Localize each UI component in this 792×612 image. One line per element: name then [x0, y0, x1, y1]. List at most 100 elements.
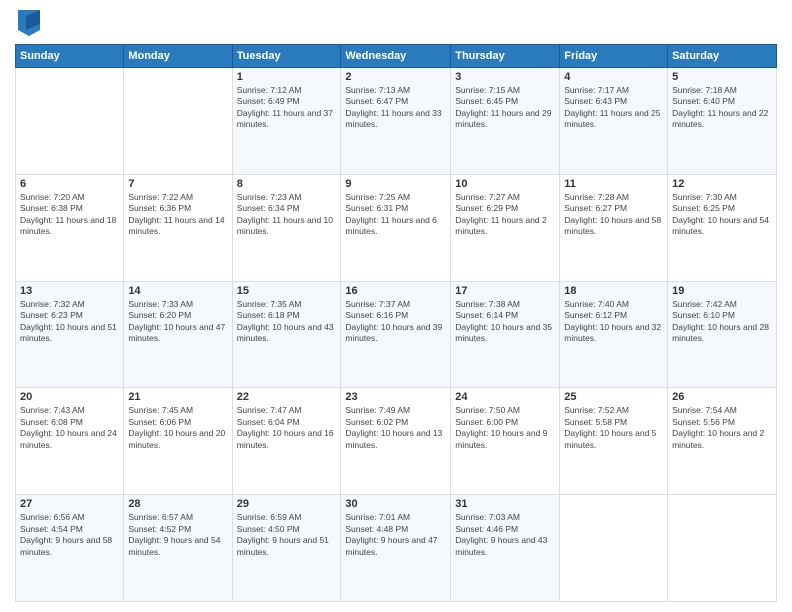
day-number: 22	[237, 391, 337, 403]
day-number: 20	[20, 391, 119, 403]
day-header-friday: Friday	[560, 45, 668, 68]
calendar-cell: 24 Sunrise: 7:50 AMSunset: 6:00 PMDayligh…	[451, 388, 560, 495]
calendar-cell: 15 Sunrise: 7:35 AMSunset: 6:18 PMDayligh…	[232, 281, 341, 388]
day-info: Sunrise: 7:32 AMSunset: 6:23 PMDaylight:…	[20, 299, 119, 345]
day-header-thursday: Thursday	[451, 45, 560, 68]
calendar-cell	[124, 68, 232, 175]
day-info: Sunrise: 7:01 AMSunset: 4:48 PMDaylight:…	[345, 512, 446, 558]
calendar-cell: 4 Sunrise: 7:17 AMSunset: 6:43 PMDaylight…	[560, 68, 668, 175]
calendar-cell: 2 Sunrise: 7:13 AMSunset: 6:47 PMDaylight…	[341, 68, 451, 175]
day-info: Sunrise: 7:35 AMSunset: 6:18 PMDaylight:…	[237, 299, 337, 345]
day-info: Sunrise: 7:23 AMSunset: 6:34 PMDaylight:…	[237, 192, 337, 238]
calendar-cell: 13 Sunrise: 7:32 AMSunset: 6:23 PMDayligh…	[16, 281, 124, 388]
day-number: 5	[672, 71, 772, 83]
day-number: 11	[564, 178, 663, 190]
day-info: Sunrise: 7:50 AMSunset: 6:00 PMDaylight:…	[455, 405, 555, 451]
day-number: 1	[237, 71, 337, 83]
day-info: Sunrise: 7:37 AMSunset: 6:16 PMDaylight:…	[345, 299, 446, 345]
day-info: Sunrise: 7:18 AMSunset: 6:40 PMDaylight:…	[672, 85, 772, 131]
calendar-table: SundayMondayTuesdayWednesdayThursdayFrid…	[15, 44, 777, 602]
day-info: Sunrise: 7:45 AMSunset: 6:06 PMDaylight:…	[128, 405, 227, 451]
calendar-cell: 11 Sunrise: 7:28 AMSunset: 6:27 PMDayligh…	[560, 174, 668, 281]
calendar-cell: 29 Sunrise: 6:59 AMSunset: 4:50 PMDayligh…	[232, 495, 341, 602]
calendar-cell: 28Sunrise: 6:57 AMSunset: 4:52 PMDayligh…	[124, 495, 232, 602]
day-header-sunday: Sunday	[16, 45, 124, 68]
calendar-cell: 3 Sunrise: 7:15 AMSunset: 6:45 PMDaylight…	[451, 68, 560, 175]
calendar-cell: 16 Sunrise: 7:37 AMSunset: 6:16 PMDayligh…	[341, 281, 451, 388]
day-info: Sunrise: 7:20 AMSunset: 6:38 PMDaylight:…	[20, 192, 119, 238]
day-header-wednesday: Wednesday	[341, 45, 451, 68]
calendar-cell: 20Sunrise: 7:43 AMSunset: 6:08 PMDayligh…	[16, 388, 124, 495]
logo	[15, 10, 40, 36]
day-number: 17	[455, 285, 555, 297]
day-info: Sunrise: 7:03 AMSunset: 4:46 PMDaylight:…	[455, 512, 555, 558]
day-info: Sunrise: 7:47 AMSunset: 6:04 PMDaylight:…	[237, 405, 337, 451]
calendar-cell	[560, 495, 668, 602]
day-number: 24	[455, 391, 555, 403]
day-info: Sunrise: 7:33 AMSunset: 6:20 PMDaylight:…	[128, 299, 227, 345]
day-info: Sunrise: 7:17 AMSunset: 6:43 PMDaylight:…	[564, 85, 663, 131]
day-info: Sunrise: 7:13 AMSunset: 6:47 PMDaylight:…	[345, 85, 446, 131]
calendar-cell: 18 Sunrise: 7:40 AMSunset: 6:12 PMDayligh…	[560, 281, 668, 388]
calendar-cell: 25 Sunrise: 7:52 AMSunset: 5:58 PMDayligh…	[560, 388, 668, 495]
calendar-page: SundayMondayTuesdayWednesdayThursdayFrid…	[0, 0, 792, 612]
day-info: Sunrise: 6:57 AMSunset: 4:52 PMDaylight:…	[128, 512, 227, 558]
day-number: 8	[237, 178, 337, 190]
calendar-cell: 10Sunrise: 7:27 AMSunset: 6:29 PMDayligh…	[451, 174, 560, 281]
calendar-week-2: 13 Sunrise: 7:32 AMSunset: 6:23 PMDayligh…	[16, 281, 777, 388]
day-number: 3	[455, 71, 555, 83]
day-info: Sunrise: 7:28 AMSunset: 6:27 PMDaylight:…	[564, 192, 663, 238]
header	[15, 10, 777, 36]
calendar-cell: 12 Sunrise: 7:30 AMSunset: 6:25 PMDayligh…	[668, 174, 777, 281]
calendar-cell: 9Sunrise: 7:25 AMSunset: 6:31 PMDaylight…	[341, 174, 451, 281]
day-info: Sunrise: 7:52 AMSunset: 5:58 PMDaylight:…	[564, 405, 663, 451]
day-number: 4	[564, 71, 663, 83]
logo-icon	[18, 10, 40, 36]
day-number: 25	[564, 391, 663, 403]
day-number: 15	[237, 285, 337, 297]
day-info: Sunrise: 7:42 AMSunset: 6:10 PMDaylight:…	[672, 299, 772, 345]
calendar-week-3: 20Sunrise: 7:43 AMSunset: 6:08 PMDayligh…	[16, 388, 777, 495]
calendar-cell: 26Sunrise: 7:54 AMSunset: 5:56 PMDayligh…	[668, 388, 777, 495]
calendar-cell: 8 Sunrise: 7:23 AMSunset: 6:34 PMDaylight…	[232, 174, 341, 281]
day-info: Sunrise: 7:12 AMSunset: 6:49 PMDaylight:…	[237, 85, 337, 131]
day-number: 31	[455, 498, 555, 510]
day-header-tuesday: Tuesday	[232, 45, 341, 68]
calendar-cell: 22 Sunrise: 7:47 AMSunset: 6:04 PMDayligh…	[232, 388, 341, 495]
day-number: 13	[20, 285, 119, 297]
day-number: 19	[672, 285, 772, 297]
day-info: Sunrise: 7:25 AMSunset: 6:31 PMDaylight:…	[345, 192, 446, 238]
day-number: 14	[128, 285, 227, 297]
day-info: Sunrise: 7:30 AMSunset: 6:25 PMDaylight:…	[672, 192, 772, 238]
day-info: Sunrise: 7:40 AMSunset: 6:12 PMDaylight:…	[564, 299, 663, 345]
day-info: Sunrise: 6:59 AMSunset: 4:50 PMDaylight:…	[237, 512, 337, 558]
day-number: 7	[128, 178, 227, 190]
calendar-cell: 17 Sunrise: 7:38 AMSunset: 6:14 PMDayligh…	[451, 281, 560, 388]
calendar-week-0: 1 Sunrise: 7:12 AMSunset: 6:49 PMDaylight…	[16, 68, 777, 175]
day-number: 6	[20, 178, 119, 190]
calendar-cell	[668, 495, 777, 602]
day-info: Sunrise: 6:56 AMSunset: 4:54 PMDaylight:…	[20, 512, 119, 558]
day-number: 30	[345, 498, 446, 510]
calendar-cell: 27 Sunrise: 6:56 AMSunset: 4:54 PMDayligh…	[16, 495, 124, 602]
calendar-week-4: 27 Sunrise: 6:56 AMSunset: 4:54 PMDayligh…	[16, 495, 777, 602]
day-header-saturday: Saturday	[668, 45, 777, 68]
day-number: 29	[237, 498, 337, 510]
day-number: 12	[672, 178, 772, 190]
day-number: 21	[128, 391, 227, 403]
calendar-cell: 14 Sunrise: 7:33 AMSunset: 6:20 PMDayligh…	[124, 281, 232, 388]
day-number: 27	[20, 498, 119, 510]
day-info: Sunrise: 7:49 AMSunset: 6:02 PMDaylight:…	[345, 405, 446, 451]
calendar-cell: 21 Sunrise: 7:45 AMSunset: 6:06 PMDayligh…	[124, 388, 232, 495]
day-info: Sunrise: 7:15 AMSunset: 6:45 PMDaylight:…	[455, 85, 555, 131]
calendar-cell	[16, 68, 124, 175]
day-number: 23	[345, 391, 446, 403]
day-info: Sunrise: 7:38 AMSunset: 6:14 PMDaylight:…	[455, 299, 555, 345]
day-number: 16	[345, 285, 446, 297]
calendar-cell: 7 Sunrise: 7:22 AMSunset: 6:36 PMDaylight…	[124, 174, 232, 281]
day-info: Sunrise: 7:54 AMSunset: 5:56 PMDaylight:…	[672, 405, 772, 451]
day-number: 18	[564, 285, 663, 297]
calendar-week-1: 6 Sunrise: 7:20 AMSunset: 6:38 PMDaylight…	[16, 174, 777, 281]
day-number: 2	[345, 71, 446, 83]
day-info: Sunrise: 7:22 AMSunset: 6:36 PMDaylight:…	[128, 192, 227, 238]
